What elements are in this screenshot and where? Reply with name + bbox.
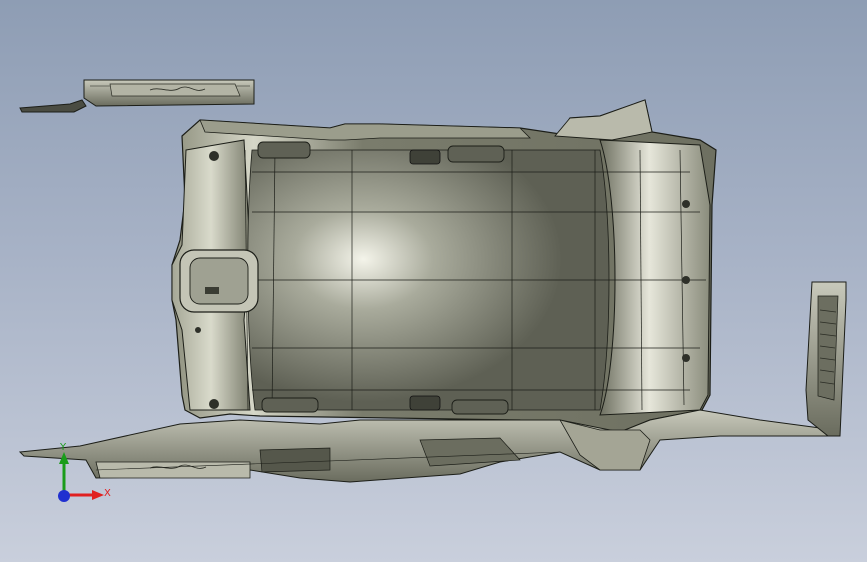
y-axis-label: Y: [60, 442, 67, 453]
triad-origin-dot: [58, 490, 70, 502]
cad-viewport[interactable]: Y X: [0, 0, 867, 562]
x-axis-label: X: [104, 488, 111, 499]
lower-sill-assembly: [18, 409, 830, 483]
headliner-model[interactable]: [0, 0, 867, 562]
overhead-console-cutout[interactable]: [179, 249, 259, 313]
headliner-body[interactable]: [171, 99, 717, 439]
upper-sill-trim: [19, 79, 255, 113]
rear-pillar-trim: [805, 281, 847, 437]
coordinate-triad: [58, 452, 104, 502]
